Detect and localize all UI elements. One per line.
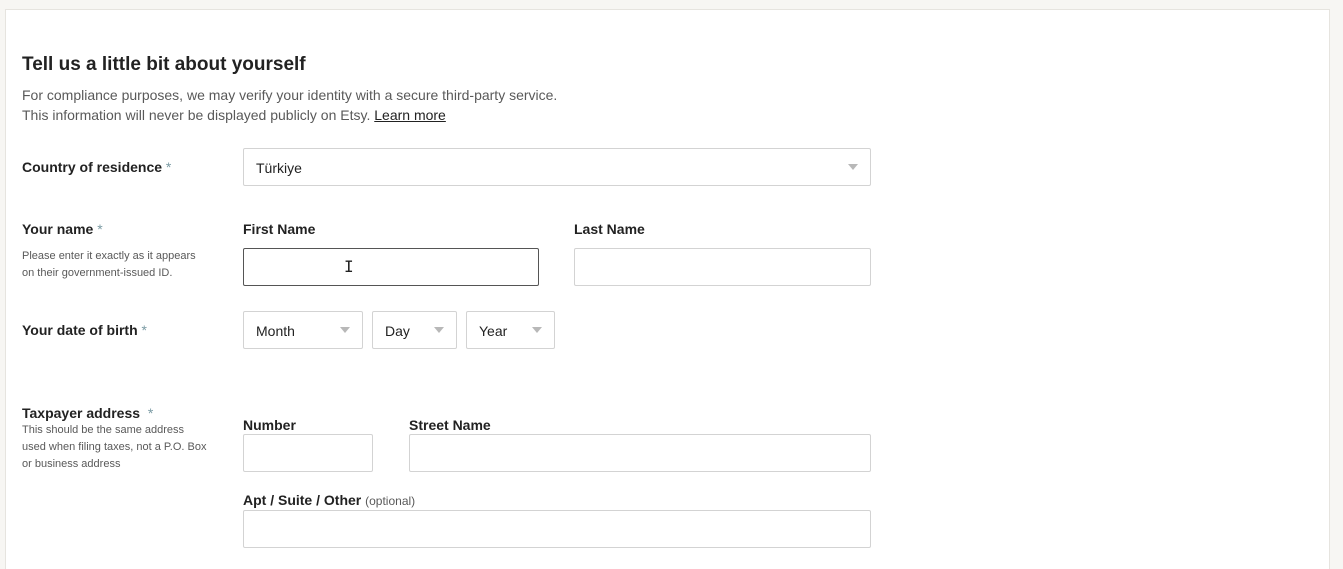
street-name-input[interactable] xyxy=(409,434,871,472)
chevron-down-icon xyxy=(532,327,542,333)
dob-label: Your date of birth * xyxy=(22,322,147,338)
dob-month-value: Month xyxy=(256,323,295,339)
country-label-text: Country of residence xyxy=(22,159,163,175)
text-cursor-icon: I xyxy=(344,257,354,276)
address-label-text: Taxpayer address xyxy=(22,405,141,421)
apt-input[interactable] xyxy=(243,510,871,548)
required-mark: * xyxy=(165,159,172,175)
dob-year-value: Year xyxy=(479,323,508,339)
chevron-down-icon xyxy=(434,327,444,333)
dob-day-select[interactable]: Day xyxy=(372,311,457,349)
section-description-line2: This information will never be displayed… xyxy=(22,107,446,123)
section-description-line1: For compliance purposes, we may verify y… xyxy=(22,87,558,103)
first-name-label: First Name xyxy=(243,221,316,237)
learn-more-link[interactable]: Learn more xyxy=(374,107,446,123)
required-mark: * xyxy=(97,221,103,237)
section-title: Tell us a little bit about yourself xyxy=(22,54,306,75)
apt-label-text: Apt / Suite / Other xyxy=(243,492,362,508)
country-label: Country of residence * xyxy=(22,159,171,175)
optional-tag: (optional) xyxy=(365,494,416,508)
name-help-text: Please enter it exactly as it appears on… xyxy=(22,250,196,279)
chevron-down-icon xyxy=(848,164,858,170)
form-panel: Tell us a little bit about yourself For … xyxy=(5,9,1330,569)
dob-year-select[interactable]: Year xyxy=(466,311,555,349)
last-name-input[interactable] xyxy=(574,248,871,286)
dob-day-value: Day xyxy=(385,323,410,339)
last-name-label: Last Name xyxy=(574,221,645,237)
section-description-text: This information will never be displayed… xyxy=(22,107,371,123)
first-name-input[interactable]: I xyxy=(243,248,539,286)
name-label-text: Your name xyxy=(22,221,94,237)
dob-label-text: Your date of birth xyxy=(22,322,138,338)
name-label: Your name * xyxy=(22,221,103,237)
number-input[interactable] xyxy=(243,434,373,472)
required-mark: * xyxy=(141,322,147,338)
number-label: Number xyxy=(243,417,296,433)
address-label: Taxpayer address * xyxy=(22,405,153,421)
chevron-down-icon xyxy=(340,327,350,333)
country-select[interactable]: Türkiye xyxy=(243,148,871,186)
dob-month-select[interactable]: Month xyxy=(243,311,363,349)
street-name-label: Street Name xyxy=(409,417,491,433)
country-select-value: Türkiye xyxy=(256,160,302,176)
address-help-text: This should be the same address used whe… xyxy=(22,424,207,470)
apt-label: Apt / Suite / Other (optional) xyxy=(243,492,415,508)
required-mark: * xyxy=(147,405,154,421)
